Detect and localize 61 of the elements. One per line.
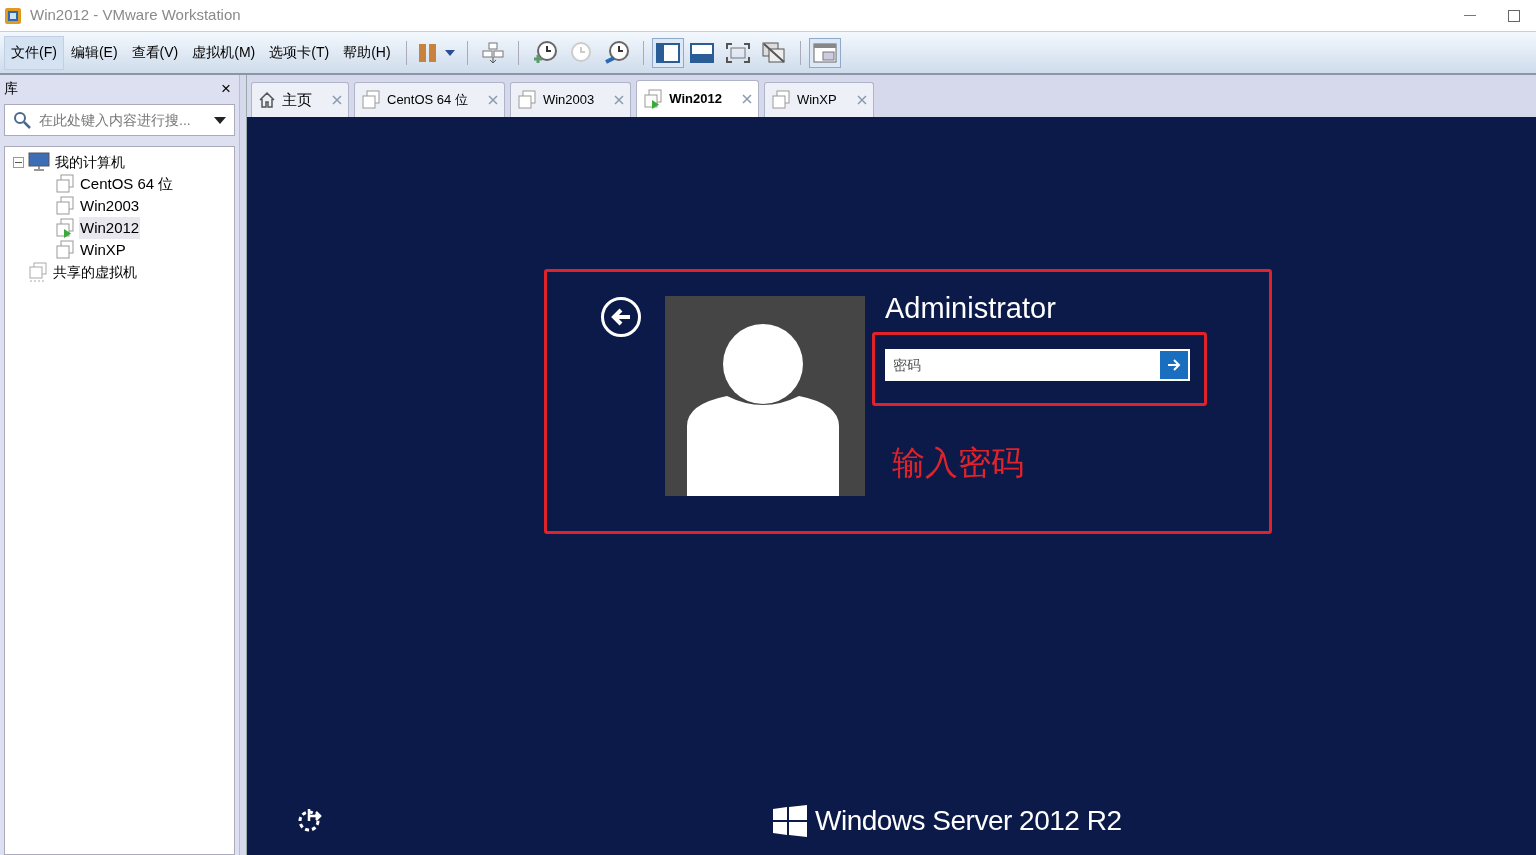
pause-icon [418,42,437,63]
tree-item[interactable]: WinXP [79,238,127,262]
console-view-button[interactable] [808,37,841,68]
panel-title: 库 [4,78,18,98]
search-field[interactable]: 在此处键入内容进行搜... [4,104,235,136]
collapse-toggle[interactable] [13,156,24,168]
tab[interactable]: CentOS 64 位 [354,82,505,117]
window-title: Win2012 - VMware Workstation [30,5,241,26]
tree-item[interactable]: Win2012 [79,216,141,240]
menu-item[interactable]: 虚拟机(M) [185,35,263,70]
tab[interactable]: Win2012 [636,80,759,117]
tab[interactable]: WinXP [763,82,874,117]
accessibility-icon[interactable] [297,807,323,833]
tree-item[interactable]: 我的计算机 [54,151,126,173]
close-button[interactable]: × [217,79,235,97]
tree-item[interactable]: Win2003 [79,194,141,218]
tab[interactable]: Win2003 [509,82,632,117]
window-icon [812,42,837,63]
tab[interactable]: 主页 [251,82,349,117]
bottom-panel-layout-icon [689,42,714,63]
arrow-right-icon [1167,359,1181,371]
search-input[interactable]: 在此处键入内容进行搜... [39,109,206,131]
full-screen-icon [725,42,750,63]
windows-logo-icon [773,805,807,837]
search-icon [13,111,31,129]
password-input[interactable]: 密码 [885,354,1160,376]
menu-item[interactable]: 帮助(H) [336,35,398,70]
computer-icon [28,152,50,172]
product-name: Windows Server 2012 R2 [815,804,1122,838]
menu-item[interactable]: 选项卡(T) [262,35,337,70]
tree-item[interactable]: CentOS 64 位 [79,172,175,196]
tab-label: Win2003 [542,91,596,110]
submit-button[interactable] [1160,351,1188,379]
dropdown-caret-icon[interactable] [214,116,226,124]
menu-item[interactable]: 文件(F) [4,35,64,70]
home-icon [258,91,276,109]
clock-plus-icon [531,39,558,66]
password-field[interactable]: 密码 [885,349,1190,381]
shared-vm-icon [28,262,48,282]
vm-screen[interactable]: Administrator 密码 输入密码 Windows Server 2012 R2 [247,117,1536,855]
back-arrow-icon [611,308,631,326]
maximize-icon [1508,9,1520,22]
caret-icon [444,49,455,56]
tab-label: 主页 [282,89,313,110]
clock-wrench-icon [603,39,630,66]
crossed-windows-icon [761,41,786,64]
close-icon[interactable] [741,94,752,104]
network-icon [480,40,505,65]
back-button[interactable] [601,297,641,337]
sidebar-layout-icon [655,42,680,63]
user-name: Administrator [885,291,1056,326]
tab-label: Win2012 [669,90,723,109]
tab-label: WinXP [796,91,838,110]
annotation-text: 输入密码 [892,443,1024,483]
app-logo-icon [4,6,22,25]
library-view-button[interactable] [651,37,684,68]
menu-item[interactable]: 查看(V) [124,35,186,70]
tab-label: CentOS 64 位 [387,91,469,110]
menu-item[interactable]: 编辑(E) [63,35,125,70]
minimize-icon [1464,14,1476,17]
tree-item[interactable]: 共享的虚拟机 [52,261,138,283]
